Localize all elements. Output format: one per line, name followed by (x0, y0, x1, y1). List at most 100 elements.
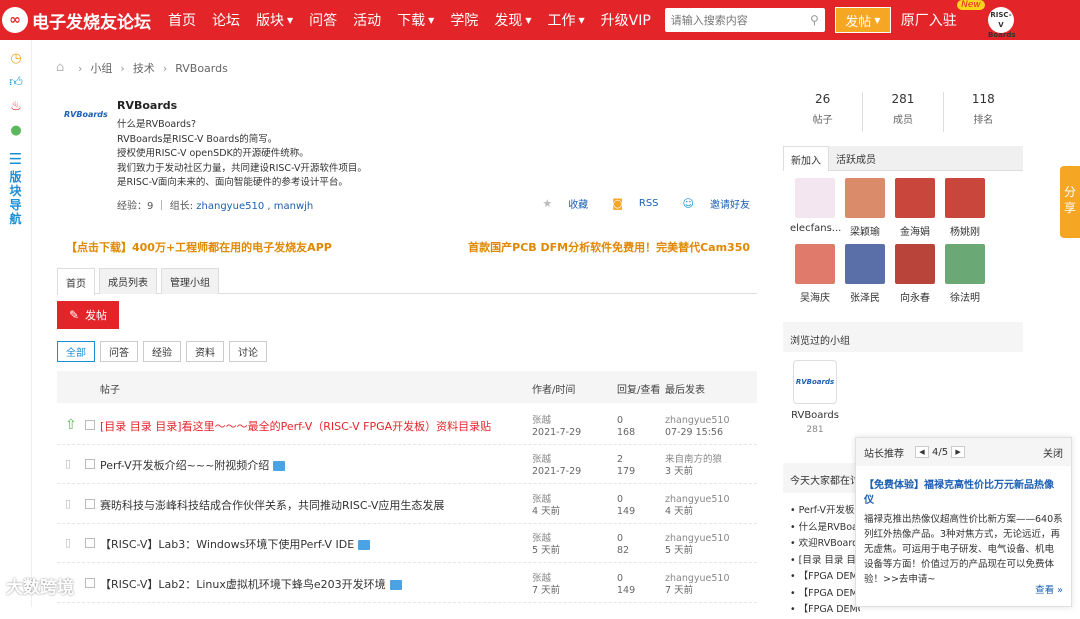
share-tab[interactable]: 分 享 (1060, 166, 1080, 238)
search-icon[interactable]: ⚲ (810, 13, 819, 27)
member-item[interactable]: 吴海庆 (790, 244, 840, 304)
thread-title[interactable]: 【RISC-V】Lab2：Linux虚拟机环境下蜂鸟e203开发环境 (100, 576, 402, 592)
nav-item[interactable]: 问答 (301, 0, 345, 40)
fire-icon[interactable]: ♨ (0, 94, 32, 118)
clock-icon[interactable]: ◷ (0, 46, 32, 70)
member-name[interactable]: 金海娟 (890, 223, 940, 238)
promo-pcb-dfm[interactable]: 首款国产PCB DFM分析软件免费用！完美替代Cam350 (468, 239, 750, 255)
member-name[interactable]: 张泽民 (840, 289, 890, 304)
member-item[interactable]: elecfans... (790, 178, 841, 238)
filter-qa[interactable]: 问答 (100, 341, 138, 362)
thread-author[interactable]: 张越 (532, 573, 560, 585)
tab-manage[interactable]: 管理小组 (161, 268, 219, 294)
thread-author[interactable]: 张越 (532, 494, 560, 506)
thread-title[interactable]: Perf-V开发板介绍~~~附视频介绍 (100, 457, 286, 473)
avatar[interactable] (845, 244, 885, 284)
nav-item[interactable]: 论坛 (204, 0, 248, 40)
tab-home[interactable]: 首页 (57, 268, 95, 295)
visited-group-card[interactable]: RVBoards RVBoards 281 (790, 360, 840, 435)
avatar[interactable] (895, 178, 935, 218)
list-item[interactable]: • 【FPGA DEMO (790, 602, 860, 619)
avatar[interactable] (895, 244, 935, 284)
thread-last-user[interactable]: zhangyue510 (665, 415, 730, 427)
thread-last-user[interactable]: zhangyue510 (665, 533, 730, 545)
popup-title[interactable]: 【免费体验】福禄克高性价比万元新品热像仪 (864, 476, 1063, 506)
nav-item[interactable]: 首页 (160, 0, 204, 40)
member-item[interactable]: 张泽民 (840, 244, 890, 304)
thread-title[interactable]: 【RISC-V】Lab3：Windows环境下使用Perf-V IDE (100, 536, 371, 552)
member-item[interactable]: 杨姚刚 (940, 178, 990, 238)
favorite-button[interactable]: ★ 收藏 (530, 196, 588, 211)
member-name[interactable]: 徐法明 (940, 289, 990, 304)
member-item[interactable]: 徐法明 (940, 244, 990, 304)
thread-last-user[interactable]: zhangyue510 (665, 573, 730, 585)
filter-resources[interactable]: 资料 (186, 341, 224, 362)
thread-author[interactable]: 张越 (532, 454, 581, 466)
tab-members[interactable]: 成员列表 (99, 268, 157, 294)
list-item[interactable]: • 什么是RVBoa (790, 520, 860, 537)
tab-active-members[interactable]: 活跃成员 (829, 146, 883, 171)
nav-item[interactable]: 活动 (345, 0, 389, 40)
thread-last-user[interactable]: zhangyue510 (665, 494, 730, 506)
avatar[interactable] (945, 178, 985, 218)
user-icon[interactable]: ● (0, 118, 32, 142)
list-item[interactable]: • Perf-V开发板 (790, 503, 860, 520)
member-item[interactable]: 梁颖瑜 (840, 178, 890, 238)
new-post-button[interactable]: ✎ 发帖 (57, 301, 119, 329)
list-item[interactable]: • [目录 目录 目 (790, 553, 860, 570)
user-avatar[interactable]: RISC-V Boards (988, 7, 1016, 39)
prev-arrow-icon[interactable]: ◀ (915, 446, 929, 458)
nav-item[interactable]: 版块 ▼ (248, 0, 301, 40)
thread-checkbox[interactable] (85, 499, 95, 509)
filter-discussion[interactable]: 讨论 (229, 341, 267, 362)
breadcrumb-current[interactable]: RVBoards (175, 62, 228, 75)
thread-checkbox[interactable] (85, 459, 95, 469)
factory-link[interactable]: 原厂入驻 New (901, 0, 985, 30)
thread-title[interactable]: [目录 目录 目录]看这里～～～最全的Perf-V（RISC-V FPGA开发板… (100, 418, 491, 434)
nav-item[interactable]: 学院 (442, 0, 486, 40)
avatar[interactable] (795, 244, 835, 284)
list-item[interactable]: • 【FPGA DEMO (790, 586, 860, 603)
popup-more-link[interactable]: 查看 » (1035, 582, 1063, 596)
board-nav[interactable]: ☰ 版 块 导 航 (0, 152, 31, 227)
leader-link[interactable]: manwjh (274, 201, 314, 212)
avatar[interactable] (795, 178, 835, 218)
list-item[interactable]: • 欢迎RVBoards (790, 536, 860, 553)
member-item[interactable]: 金海娟 (890, 178, 940, 238)
home-icon[interactable]: ⌂ (56, 61, 70, 74)
next-arrow-icon[interactable]: ▶ (951, 446, 966, 458)
member-name[interactable]: elecfans... (790, 223, 841, 234)
breadcrumb-tech[interactable]: 技术 (133, 60, 155, 76)
thread-checkbox[interactable] (85, 420, 95, 430)
avatar[interactable] (845, 178, 885, 218)
filter-all[interactable]: 全部 (57, 341, 95, 362)
tab-new-members[interactable]: 新加入 (783, 146, 829, 171)
member-name[interactable]: 杨姚刚 (940, 223, 990, 238)
thread-title[interactable]: 赛昉科技与澎峰科技结成合作伙伴关系，共同推动RISC-V应用生态发展 (100, 497, 444, 513)
search-input[interactable] (670, 13, 801, 27)
avatar[interactable] (945, 244, 985, 284)
member-item[interactable]: 向永春 (890, 244, 940, 304)
post-button[interactable]: 发帖 ▼ (834, 7, 891, 33)
nav-item[interactable]: 工作 ▼ (539, 0, 592, 40)
member-name[interactable]: 梁颖瑜 (840, 223, 890, 238)
site-logo[interactable]: ∞ 电子发烧友论坛 (2, 7, 152, 33)
nav-item[interactable]: 升级VIP (593, 0, 659, 40)
search-box[interactable]: ⚲ (664, 8, 825, 32)
thread-checkbox[interactable] (85, 538, 95, 548)
nav-item[interactable]: 下载 ▼ (389, 0, 442, 40)
rss-button[interactable]: ◙ RSS (600, 196, 658, 211)
invite-button[interactable]: ☺ 邀请好友 (671, 196, 750, 211)
list-item[interactable]: • 【FPGA DEMO (790, 569, 860, 586)
thread-author[interactable]: 张越 (532, 415, 581, 427)
leader-link[interactable]: zhangyue510 (196, 201, 264, 212)
filter-experience[interactable]: 经验 (143, 341, 181, 362)
breadcrumb-group[interactable]: 小组 (90, 60, 112, 76)
thread-checkbox[interactable] (85, 578, 95, 588)
thumbs-up-icon[interactable]: 👍︎ (0, 70, 32, 94)
thread-author[interactable]: 张越 (532, 533, 560, 545)
thread-last-user[interactable]: 来自南方的狼 (665, 454, 722, 466)
nav-item[interactable]: 发现 ▼ (486, 0, 539, 40)
popup-close-button[interactable]: 关闭 (1043, 445, 1063, 460)
promo-app-download[interactable]: 【点击下载】400万+工程师都在用的电子发烧友APP (66, 239, 332, 255)
